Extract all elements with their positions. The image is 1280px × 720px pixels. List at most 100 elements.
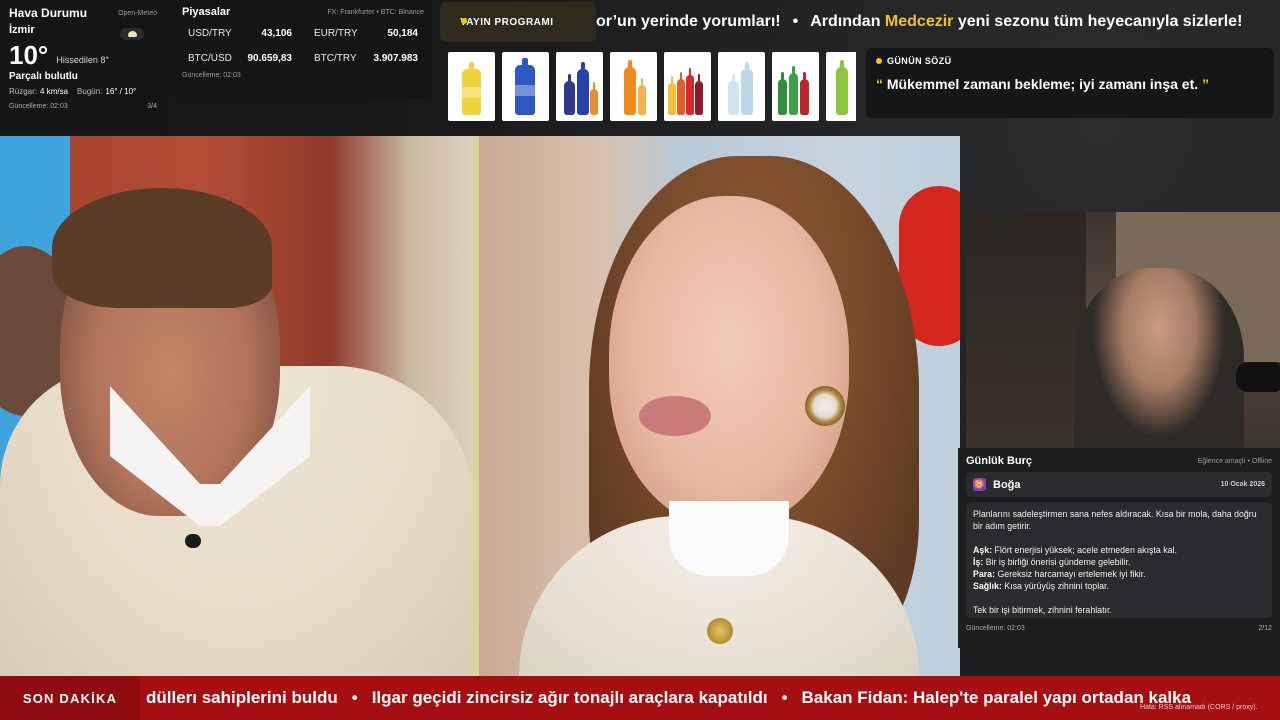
- bottle-icon: [741, 62, 753, 115]
- markets-title: Piyasalar: [182, 6, 231, 18]
- breaking-news-ticker: düllerı sahiplerini buldu • Ilgar geçidi z…: [146, 676, 1280, 720]
- bottle-icon: [564, 74, 575, 115]
- ticker-part2b: yeni sezonu tüm heyecanıyla sizlerle!: [953, 13, 1243, 30]
- market-value: 3.907.983: [373, 53, 419, 64]
- news-item: Bakan Fidan: Halep'te paralel yapı ortad…: [801, 688, 1192, 707]
- quote-close-mark: ”: [1202, 76, 1210, 92]
- horoscope-health: Sağlık: Kısa yürüyüş zihnini toplar.: [973, 581, 1109, 591]
- webcam-feed[interactable]: [966, 212, 1280, 452]
- quote-body: Mükemmel zamanı bekleme; iyi zamanı inşa…: [883, 76, 1203, 92]
- product-image: [664, 52, 711, 121]
- horoscope-body: Planlarını sadeleştirmen sana nefes aldı…: [966, 502, 1272, 618]
- market-name: USD/TRY: [188, 28, 232, 39]
- today-label: Bugün:: [77, 87, 103, 96]
- bottle-icon: [695, 74, 703, 115]
- market-row: USD/TRY 43,106: [182, 22, 298, 45]
- weather-title: Hava Durumu: [9, 6, 88, 20]
- can-icon: [515, 58, 535, 115]
- horoscope-work: İş: Bir iş birliği önerisi gündeme geleb…: [973, 557, 1131, 567]
- video-left-panel: [0, 136, 474, 676]
- news-error: Hata: RSS alınamadı (CORS / proxy).: [1140, 704, 1258, 711]
- horoscope-tip: Tek bir işi bitirmek, zihnini ferahlatır…: [973, 605, 1112, 615]
- horoscope-subtitle: Eğlence amaçlı • Offline: [1197, 457, 1272, 465]
- quote-open-mark: “: [876, 76, 883, 92]
- quote-widget: GÜNÜN SÖZÜ “ Mükemmel zamanı bekleme; iy…: [866, 48, 1274, 118]
- bottle-icon: [590, 82, 598, 115]
- breaking-news-bar: SON DAKİKA düllerı sahiplerini buldu • Ilg…: [0, 676, 1280, 720]
- news-item: Ilgar geçidi zincirsiz ağır tonajlı araç…: [371, 688, 768, 707]
- ticker-separator: •: [792, 13, 799, 30]
- market-name: EUR/TRY: [314, 28, 358, 39]
- product-image: [448, 52, 495, 121]
- horoscope-sign-card: ♉ Boğa 10 Ocak 2026: [966, 472, 1272, 497]
- weather-feels-like: Hissedilen 8°: [56, 55, 109, 65]
- wind-label: Rüzgar:: [9, 87, 38, 96]
- bottle-icon: [836, 60, 848, 115]
- horoscope-title: Günlük Burç: [966, 455, 1033, 467]
- today-value: 16° / 10°: [105, 87, 137, 96]
- bottle-icon: [778, 72, 787, 115]
- horoscope-sign: Boğa: [993, 478, 1021, 491]
- schedule-label: YAYIN PROGRAMI: [460, 16, 554, 28]
- horoscope-love: Aşk: Flört enerjisi yüksek; acele etmede…: [973, 545, 1177, 555]
- market-name: BTC/TRY: [314, 53, 357, 64]
- wind-value: 4 km/sa: [40, 87, 69, 96]
- weather-condition: Parçalı bulutlu: [9, 71, 78, 82]
- bottle-icon: [677, 72, 685, 115]
- bottle-icon: [800, 72, 809, 115]
- product-image: [826, 52, 856, 121]
- product-image: [772, 52, 819, 121]
- quote-text: “ Mükemmel zamanı bekleme; iyi zamanı in…: [876, 76, 1264, 92]
- bottle-icon: [638, 78, 646, 115]
- video-right-panel: [479, 136, 960, 676]
- market-row: BTC/USD 90.659,83: [182, 47, 298, 70]
- weather-source: Open-Meteo: [118, 9, 157, 17]
- top-ticker: or’un yerinde yorumları! • Ardından Medcez…: [596, 8, 1280, 36]
- news-item: düllerı sahiplerini buldu: [146, 688, 338, 707]
- product-image: [610, 52, 657, 121]
- microphone-icon: [185, 534, 201, 548]
- ticker-part2a: Ardından: [810, 13, 885, 30]
- horoscope-page: 2/12: [1258, 625, 1272, 632]
- bottle-icon: [686, 68, 694, 115]
- market-value: 90.659,83: [247, 53, 293, 64]
- market-value: 50,184: [387, 28, 418, 39]
- product-image: [718, 52, 765, 121]
- ticker-highlight: Medcezir: [884, 13, 954, 30]
- news-separator: •: [351, 688, 358, 707]
- horoscope-money: Para: Gereksiz harcamayı ertelemek iyi f…: [973, 569, 1146, 579]
- bottle-icon: [577, 62, 589, 115]
- quote-title: GÜNÜN SÖZÜ: [876, 56, 1264, 66]
- schedule-dot-icon: [461, 18, 467, 24]
- bottle-icon: [624, 60, 636, 115]
- partly-cloudy-icon: [120, 28, 144, 40]
- product-strip: [448, 52, 856, 121]
- horoscope-intro: Planlarını sadeleştirmen sana nefes aldı…: [973, 509, 1257, 531]
- market-value: 43,106: [261, 28, 292, 39]
- breaking-news-label: SON DAKİKA: [0, 676, 140, 720]
- product-image: [556, 52, 603, 121]
- main-video[interactable]: [0, 136, 960, 676]
- horoscope-updated: Güncelleme: 02:03: [966, 625, 1025, 632]
- weather-page: 3/4: [147, 103, 157, 110]
- bottle-icon: [668, 76, 676, 115]
- bottle-icon: [728, 74, 739, 115]
- horoscope-date: 10 Ocak 2026: [1220, 481, 1265, 488]
- bottle-icon: [462, 62, 481, 115]
- news-separator: •: [781, 688, 788, 707]
- market-row: BTC/TRY 3.907.983: [308, 47, 424, 70]
- market-name: BTC/USD: [188, 53, 232, 64]
- horoscope-widget: Günlük Burç Eğlence amaçlı • Offline ♉ B…: [958, 448, 1280, 648]
- markets-updated: Güncelleme: 02:03: [182, 72, 241, 79]
- markets-source: FX: Frankfurter • BTC: Binance: [327, 8, 424, 16]
- weather-stats: Rüzgar: 4 km/sa Bugün: 16° / 10°: [9, 87, 157, 96]
- bottle-icon: [789, 66, 798, 115]
- weather-updated: Güncelleme: 02:03: [9, 103, 68, 110]
- microphone-icon: [1236, 362, 1280, 392]
- weather-widget: Hava Durumu Open-Meteo İzmir 10° Hissedi…: [0, 0, 166, 132]
- weather-temperature: 10°: [9, 40, 49, 70]
- ticker-part1: or’un yerinde yorumları!: [596, 13, 781, 30]
- taurus-icon: ♉: [973, 478, 986, 491]
- market-row: EUR/TRY 50,184: [308, 22, 424, 45]
- markets-widget: Piyasalar FX: Frankfurter • BTC: Binance…: [174, 0, 432, 98]
